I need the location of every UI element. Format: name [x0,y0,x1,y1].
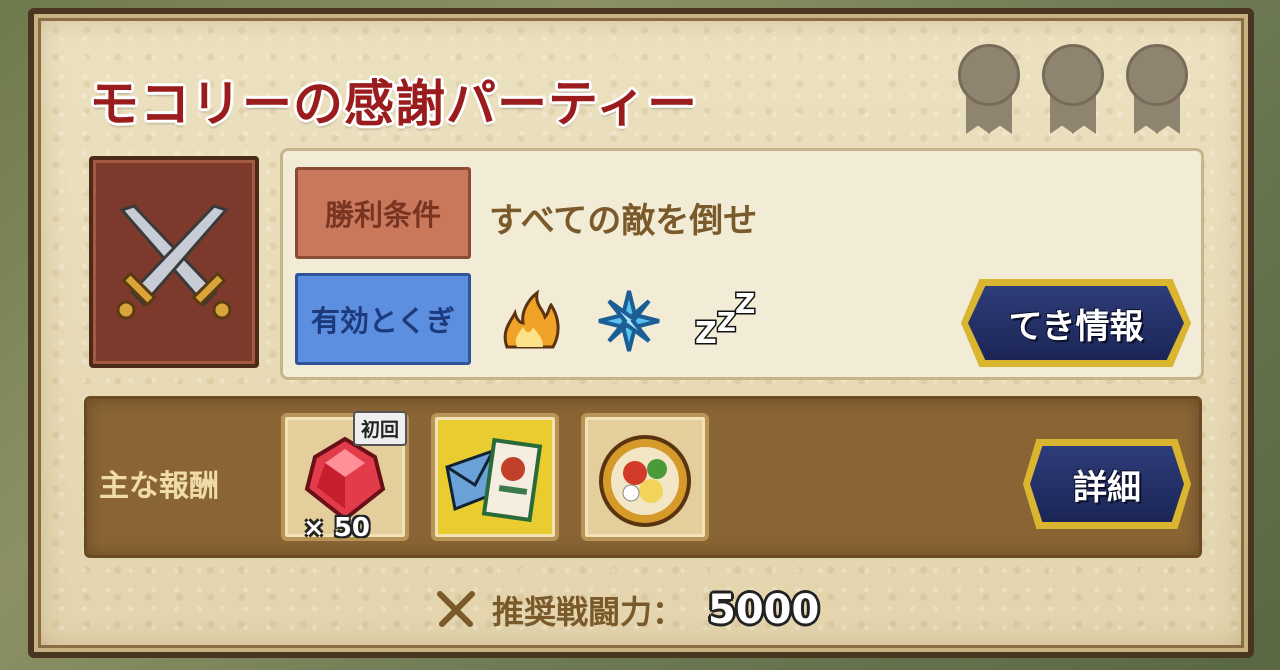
win-condition-label: 勝利条件 [295,167,471,259]
reward-item-plate[interactable] [581,413,709,541]
enemy-info-label: てき情報 [968,286,1184,360]
detail-button-label: 詳細 [1030,446,1184,522]
enemy-info-button[interactable]: てき情報 [961,279,1191,367]
conditions-box: 勝利条件 すべての敵を倒せ 有効とくぎ Z Z Z てき情報 [280,148,1204,380]
svg-text:Z: Z [717,308,736,338]
reward-quantity: × 50 [303,513,371,543]
effective-skills-label: 有効とくぎ [295,273,471,365]
svg-text:Z: Z [735,287,755,320]
detail-button[interactable]: 詳細 [1023,439,1191,529]
sleep-icon: Z Z Z [694,287,757,353]
crossed-swords-icon [89,156,259,368]
crossed-swords-small-icon [437,591,475,627]
effective-skills-icons: Z Z Z [497,287,761,355]
recommended-power-label: 推奨戦闘力： [492,593,685,631]
quest-title: モコリーの感謝パーティー [89,75,698,133]
food-plate-icon [599,435,691,527]
rewards-label: 主な報酬 [99,469,219,504]
rewards-bar: 主な報酬 初回 × 50 詳細 [84,396,1202,558]
medal-icon [1040,44,1106,136]
medal-icon [1124,44,1190,136]
svg-text:Z: Z [695,316,717,351]
recommended-power: 推奨戦闘力： 5000 [434,580,819,640]
reward-item-gem[interactable]: 初回 × 50 [281,411,409,543]
quest-panel: モコリーの感謝パーティー 勝利条件 すべての敵を倒せ 有効とくぎ Z Z Z て… [28,8,1254,658]
letter-card-icon [445,437,543,523]
ice-icon [598,290,660,352]
first-time-badge: 初回 [352,411,407,446]
fire-icon [503,289,560,349]
medal-icon [956,44,1022,136]
reward-item-letter[interactable] [431,413,559,541]
medal-row [956,44,1190,136]
win-condition-text: すべての敵を倒せ [489,201,758,241]
recommended-power-value: 5000 [708,587,820,633]
